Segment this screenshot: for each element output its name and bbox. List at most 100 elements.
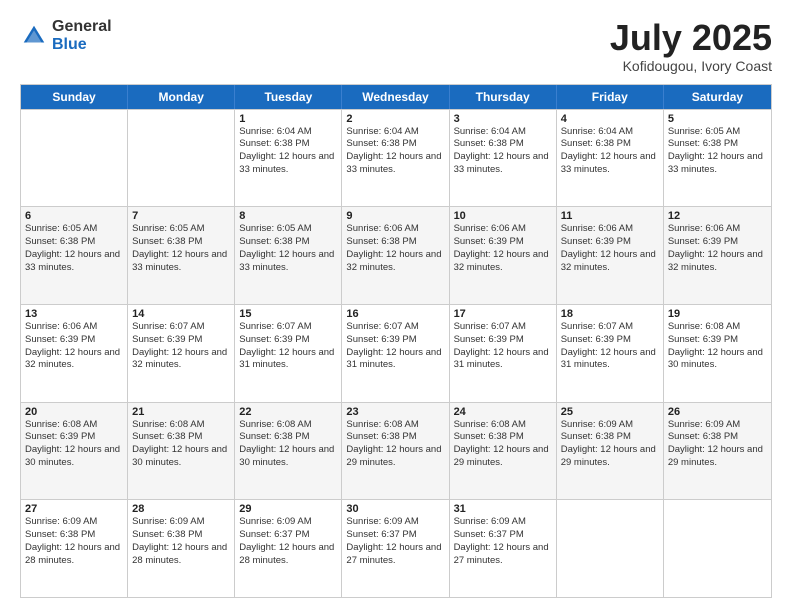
daylight-text: Daylight: 12 hours and 33 minutes. <box>561 151 659 177</box>
sunrise-text: Sunrise: 6:09 AM <box>346 516 444 529</box>
day-number: 27 <box>25 503 123 515</box>
calendar-cell: 23Sunrise: 6:08 AMSunset: 6:38 PMDayligh… <box>342 403 449 500</box>
day-number: 4 <box>561 113 659 125</box>
calendar: SundayMondayTuesdayWednesdayThursdayFrid… <box>20 84 772 598</box>
daylight-text: Daylight: 12 hours and 32 minutes. <box>561 249 659 275</box>
sunset-text: Sunset: 6:38 PM <box>25 236 123 249</box>
day-number: 10 <box>454 210 552 222</box>
header-day-friday: Friday <box>557 85 664 109</box>
sunset-text: Sunset: 6:38 PM <box>239 431 337 444</box>
daylight-text: Daylight: 12 hours and 28 minutes. <box>239 542 337 568</box>
calendar-cell: 3Sunrise: 6:04 AMSunset: 6:38 PMDaylight… <box>450 110 557 207</box>
sunrise-text: Sunrise: 6:07 AM <box>346 321 444 334</box>
daylight-text: Daylight: 12 hours and 32 minutes. <box>346 249 444 275</box>
calendar-cell: 31Sunrise: 6:09 AMSunset: 6:37 PMDayligh… <box>450 500 557 597</box>
day-number: 3 <box>454 113 552 125</box>
day-number: 16 <box>346 308 444 320</box>
day-number: 14 <box>132 308 230 320</box>
calendar-cell: 29Sunrise: 6:09 AMSunset: 6:37 PMDayligh… <box>235 500 342 597</box>
sunset-text: Sunset: 6:39 PM <box>668 334 767 347</box>
page: General Blue July 2025 Kofidougou, Ivory… <box>0 0 792 612</box>
calendar-cell: 16Sunrise: 6:07 AMSunset: 6:39 PMDayligh… <box>342 305 449 402</box>
daylight-text: Daylight: 12 hours and 29 minutes. <box>454 444 552 470</box>
sunset-text: Sunset: 6:37 PM <box>454 529 552 542</box>
sunrise-text: Sunrise: 6:07 AM <box>132 321 230 334</box>
calendar-cell: 10Sunrise: 6:06 AMSunset: 6:39 PMDayligh… <box>450 207 557 304</box>
title-block: July 2025 Kofidougou, Ivory Coast <box>610 18 772 74</box>
day-number: 28 <box>132 503 230 515</box>
sunrise-text: Sunrise: 6:08 AM <box>668 321 767 334</box>
sunset-text: Sunset: 6:38 PM <box>132 236 230 249</box>
calendar-week-5: 27Sunrise: 6:09 AMSunset: 6:38 PMDayligh… <box>21 499 771 597</box>
sunset-text: Sunset: 6:38 PM <box>346 431 444 444</box>
day-number: 20 <box>25 406 123 418</box>
day-number: 7 <box>132 210 230 222</box>
calendar-week-2: 6Sunrise: 6:05 AMSunset: 6:38 PMDaylight… <box>21 206 771 304</box>
sunset-text: Sunset: 6:38 PM <box>346 138 444 151</box>
sunrise-text: Sunrise: 6:07 AM <box>561 321 659 334</box>
calendar-cell: 27Sunrise: 6:09 AMSunset: 6:38 PMDayligh… <box>21 500 128 597</box>
sunset-text: Sunset: 6:39 PM <box>239 334 337 347</box>
sunset-text: Sunset: 6:37 PM <box>239 529 337 542</box>
sunset-text: Sunset: 6:38 PM <box>454 138 552 151</box>
month-year: July 2025 <box>610 18 772 58</box>
sunrise-text: Sunrise: 6:09 AM <box>25 516 123 529</box>
sunrise-text: Sunrise: 6:06 AM <box>561 223 659 236</box>
day-number: 23 <box>346 406 444 418</box>
header-day-thursday: Thursday <box>450 85 557 109</box>
day-number: 8 <box>239 210 337 222</box>
sunset-text: Sunset: 6:39 PM <box>668 236 767 249</box>
calendar-cell: 30Sunrise: 6:09 AMSunset: 6:37 PMDayligh… <box>342 500 449 597</box>
sunset-text: Sunset: 6:38 PM <box>346 236 444 249</box>
daylight-text: Daylight: 12 hours and 31 minutes. <box>239 347 337 373</box>
calendar-cell: 13Sunrise: 6:06 AMSunset: 6:39 PMDayligh… <box>21 305 128 402</box>
daylight-text: Daylight: 12 hours and 27 minutes. <box>454 542 552 568</box>
day-number: 17 <box>454 308 552 320</box>
sunset-text: Sunset: 6:39 PM <box>454 236 552 249</box>
sunset-text: Sunset: 6:39 PM <box>561 334 659 347</box>
daylight-text: Daylight: 12 hours and 33 minutes. <box>132 249 230 275</box>
logo-icon <box>20 22 48 50</box>
calendar-cell: 24Sunrise: 6:08 AMSunset: 6:38 PMDayligh… <box>450 403 557 500</box>
daylight-text: Daylight: 12 hours and 32 minutes. <box>25 347 123 373</box>
sunrise-text: Sunrise: 6:06 AM <box>25 321 123 334</box>
calendar-cell: 6Sunrise: 6:05 AMSunset: 6:38 PMDaylight… <box>21 207 128 304</box>
calendar-cell: 15Sunrise: 6:07 AMSunset: 6:39 PMDayligh… <box>235 305 342 402</box>
day-number: 5 <box>668 113 767 125</box>
sunset-text: Sunset: 6:37 PM <box>346 529 444 542</box>
sunrise-text: Sunrise: 6:08 AM <box>239 419 337 432</box>
header-day-wednesday: Wednesday <box>342 85 449 109</box>
daylight-text: Daylight: 12 hours and 33 minutes. <box>239 151 337 177</box>
calendar-cell: 26Sunrise: 6:09 AMSunset: 6:38 PMDayligh… <box>664 403 771 500</box>
logo-text: General Blue <box>52 18 112 53</box>
sunset-text: Sunset: 6:38 PM <box>25 529 123 542</box>
daylight-text: Daylight: 12 hours and 30 minutes. <box>239 444 337 470</box>
location: Kofidougou, Ivory Coast <box>610 58 772 74</box>
daylight-text: Daylight: 12 hours and 33 minutes. <box>454 151 552 177</box>
daylight-text: Daylight: 12 hours and 33 minutes. <box>25 249 123 275</box>
calendar-cell <box>664 500 771 597</box>
sunrise-text: Sunrise: 6:08 AM <box>132 419 230 432</box>
sunrise-text: Sunrise: 6:08 AM <box>454 419 552 432</box>
daylight-text: Daylight: 12 hours and 29 minutes. <box>561 444 659 470</box>
sunset-text: Sunset: 6:38 PM <box>239 236 337 249</box>
day-number: 24 <box>454 406 552 418</box>
sunset-text: Sunset: 6:38 PM <box>454 431 552 444</box>
sunrise-text: Sunrise: 6:08 AM <box>25 419 123 432</box>
calendar-cell: 21Sunrise: 6:08 AMSunset: 6:38 PMDayligh… <box>128 403 235 500</box>
daylight-text: Daylight: 12 hours and 29 minutes. <box>346 444 444 470</box>
daylight-text: Daylight: 12 hours and 30 minutes. <box>25 444 123 470</box>
day-number: 31 <box>454 503 552 515</box>
day-number: 2 <box>346 113 444 125</box>
day-number: 19 <box>668 308 767 320</box>
daylight-text: Daylight: 12 hours and 31 minutes. <box>561 347 659 373</box>
sunrise-text: Sunrise: 6:09 AM <box>668 419 767 432</box>
calendar-cell: 4Sunrise: 6:04 AMSunset: 6:38 PMDaylight… <box>557 110 664 207</box>
daylight-text: Daylight: 12 hours and 31 minutes. <box>454 347 552 373</box>
sunset-text: Sunset: 6:39 PM <box>25 431 123 444</box>
sunrise-text: Sunrise: 6:05 AM <box>239 223 337 236</box>
sunrise-text: Sunrise: 6:07 AM <box>454 321 552 334</box>
sunrise-text: Sunrise: 6:08 AM <box>346 419 444 432</box>
calendar-cell: 5Sunrise: 6:05 AMSunset: 6:38 PMDaylight… <box>664 110 771 207</box>
sunset-text: Sunset: 6:39 PM <box>346 334 444 347</box>
